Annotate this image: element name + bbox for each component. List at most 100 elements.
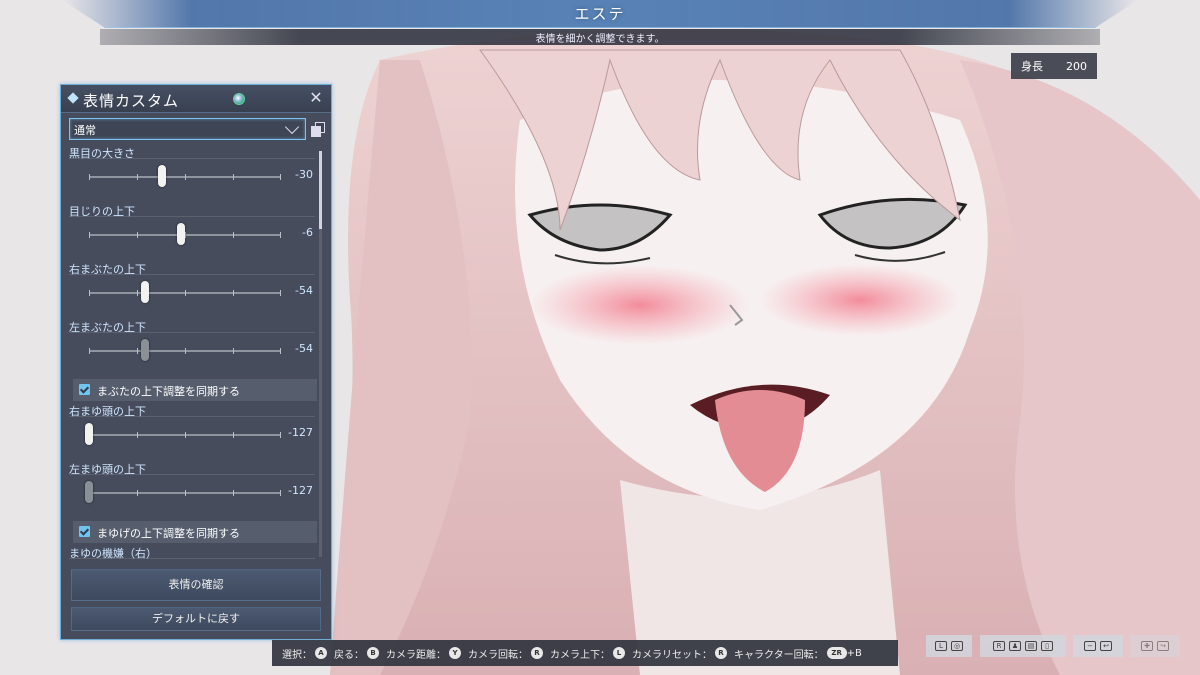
guide-text: カメラ距離： [386, 649, 446, 661]
preset-dropdown[interactable]: 通常 [69, 118, 306, 140]
slider-track [89, 490, 281, 496]
stick-press-icon: R [715, 647, 727, 659]
track-tick [185, 490, 186, 496]
confirm-expression-button[interactable]: 表情の確認 [71, 569, 321, 601]
checkbox-label: まぶたの上下調整を同期する [97, 385, 240, 398]
outfit-icon: ♟ [1009, 641, 1021, 651]
track-tick [137, 432, 138, 438]
l-button-hud[interactable]: L ◎ [926, 635, 972, 657]
slider-value: -54 [295, 284, 313, 297]
guide-text: カメラ回転： [468, 649, 528, 661]
slider-thumb [85, 481, 93, 503]
y-button-icon: Y [449, 647, 461, 659]
slider-thumb[interactable] [177, 223, 186, 245]
slider-eye-corner[interactable]: 目じりの上下 -6 [67, 203, 317, 261]
guide-select: 選択： A [282, 646, 327, 661]
divider [69, 274, 315, 275]
slider-left-brow: 左まゆ頭の上下 -127 [67, 461, 317, 519]
track-tick [137, 174, 138, 180]
slider-value: -30 [295, 168, 313, 181]
slider-right-eyelid[interactable]: 右まぶたの上下 -54 [67, 261, 317, 319]
checkbox-icon[interactable] [79, 384, 90, 395]
track-tick [185, 348, 186, 354]
sync-brow-checkbox[interactable]: まゆげの上下調整を同期する [73, 521, 317, 543]
copy-icon[interactable] [311, 122, 325, 137]
shirt-icon: ▤ [1025, 641, 1037, 651]
r-button-hud[interactable]: R ♟ ▤ ▯ [980, 635, 1066, 657]
track-tick [280, 232, 281, 238]
return-icon: ↩ [1100, 641, 1112, 651]
track-tick [233, 348, 234, 354]
phone-icon: ▯ [1041, 641, 1053, 651]
slider-thumb[interactable] [85, 423, 93, 445]
sync-eyelid-checkbox[interactable]: まぶたの上下調整を同期する [73, 379, 317, 401]
panel-title: 表情カスタム [83, 92, 180, 110]
screen-title: エステ [574, 5, 626, 23]
track-tick [233, 174, 234, 180]
divider [69, 474, 315, 475]
camera-icon: ◎ [951, 641, 963, 651]
guide-text: 選択： [282, 649, 312, 661]
slider-list: 黒目の大きさ -30 目じりの上下 -6 右まぶたの上下 -54 左まぶたの上下… [67, 145, 317, 563]
track-tick [185, 432, 186, 438]
zr-button-icon: ZR [826, 647, 847, 659]
track-tick [280, 348, 281, 354]
r-button-icon: R [993, 641, 1005, 651]
slider-value: -127 [288, 484, 313, 497]
minus-button-icon: − [1084, 641, 1096, 651]
dpad-icon: ✚ [1141, 641, 1153, 651]
track-tick [137, 348, 138, 354]
panel-scrollbar[interactable] [319, 151, 322, 557]
track-tick [185, 232, 186, 238]
slider-left-eyelid: 左まぶたの上下 -54 [67, 319, 317, 377]
slider-track[interactable] [89, 174, 281, 180]
slider-value: -6 [302, 226, 313, 239]
slider-track [89, 348, 281, 354]
guide-back: 戻る： B [334, 646, 379, 661]
slider-brow-mood-right[interactable]: まゆの機嫌（右） [67, 545, 317, 563]
slider-thumb[interactable] [157, 165, 166, 187]
plus-button-hud: ✚ ↪ [1130, 635, 1180, 657]
panel-header: 表情カスタム ✕ [61, 85, 331, 113]
slider-track[interactable] [89, 432, 281, 438]
guide-char-rotate: キャラクター回転： ZR +B [734, 646, 862, 661]
checkbox-icon[interactable] [79, 526, 90, 537]
minus-button-hud[interactable]: − ↩ [1073, 635, 1123, 657]
slider-thumb [140, 339, 149, 361]
guide-text: カメラ上下： [550, 649, 610, 661]
divider [69, 332, 315, 333]
guide-cam-distance: カメラ距離： Y [386, 646, 461, 661]
slider-right-brow[interactable]: 右まゆ頭の上下 -127 [67, 403, 317, 461]
guide-text: 戻る： [334, 649, 364, 661]
divider [69, 558, 315, 559]
track-tick [89, 232, 90, 238]
track-tick [89, 348, 90, 354]
guide-text: +B [846, 647, 862, 659]
close-icon[interactable]: ✕ [307, 89, 325, 107]
diamond-icon [67, 92, 79, 104]
track-tick [280, 290, 281, 296]
chevron-down-icon [284, 119, 300, 135]
divider [69, 216, 315, 217]
left-stick-icon: L [613, 647, 625, 659]
height-value: 200 [1066, 59, 1087, 73]
height-label: 身長 [1021, 60, 1043, 73]
guide-text: キャラクター回転： [734, 649, 824, 661]
track-tick [137, 232, 138, 238]
guide-cam-rotate: カメラ回転： R [468, 646, 543, 661]
expression-custom-panel: 表情カスタム ✕ 通常 黒目の大きさ -30 目じりの上下 -6 右まぶたの上下… [60, 84, 332, 640]
track-tick [137, 290, 138, 296]
screen-subtitle: 表情を細かく調整できます。 [535, 33, 665, 45]
scrollbar-thumb[interactable] [319, 151, 322, 229]
slider-track[interactable] [89, 290, 281, 296]
track-tick [89, 290, 90, 296]
track-tick [280, 174, 281, 180]
slider-pupil-size[interactable]: 黒目の大きさ -30 [67, 145, 317, 203]
reset-default-button[interactable]: デフォルトに戻す [71, 607, 321, 631]
slider-thumb[interactable] [140, 281, 149, 303]
track-tick [89, 174, 90, 180]
screen-subtitle-bar: 表情を細かく調整できます。 [100, 29, 1100, 45]
track-tick [137, 490, 138, 496]
divider [69, 416, 315, 417]
track-tick [185, 174, 186, 180]
